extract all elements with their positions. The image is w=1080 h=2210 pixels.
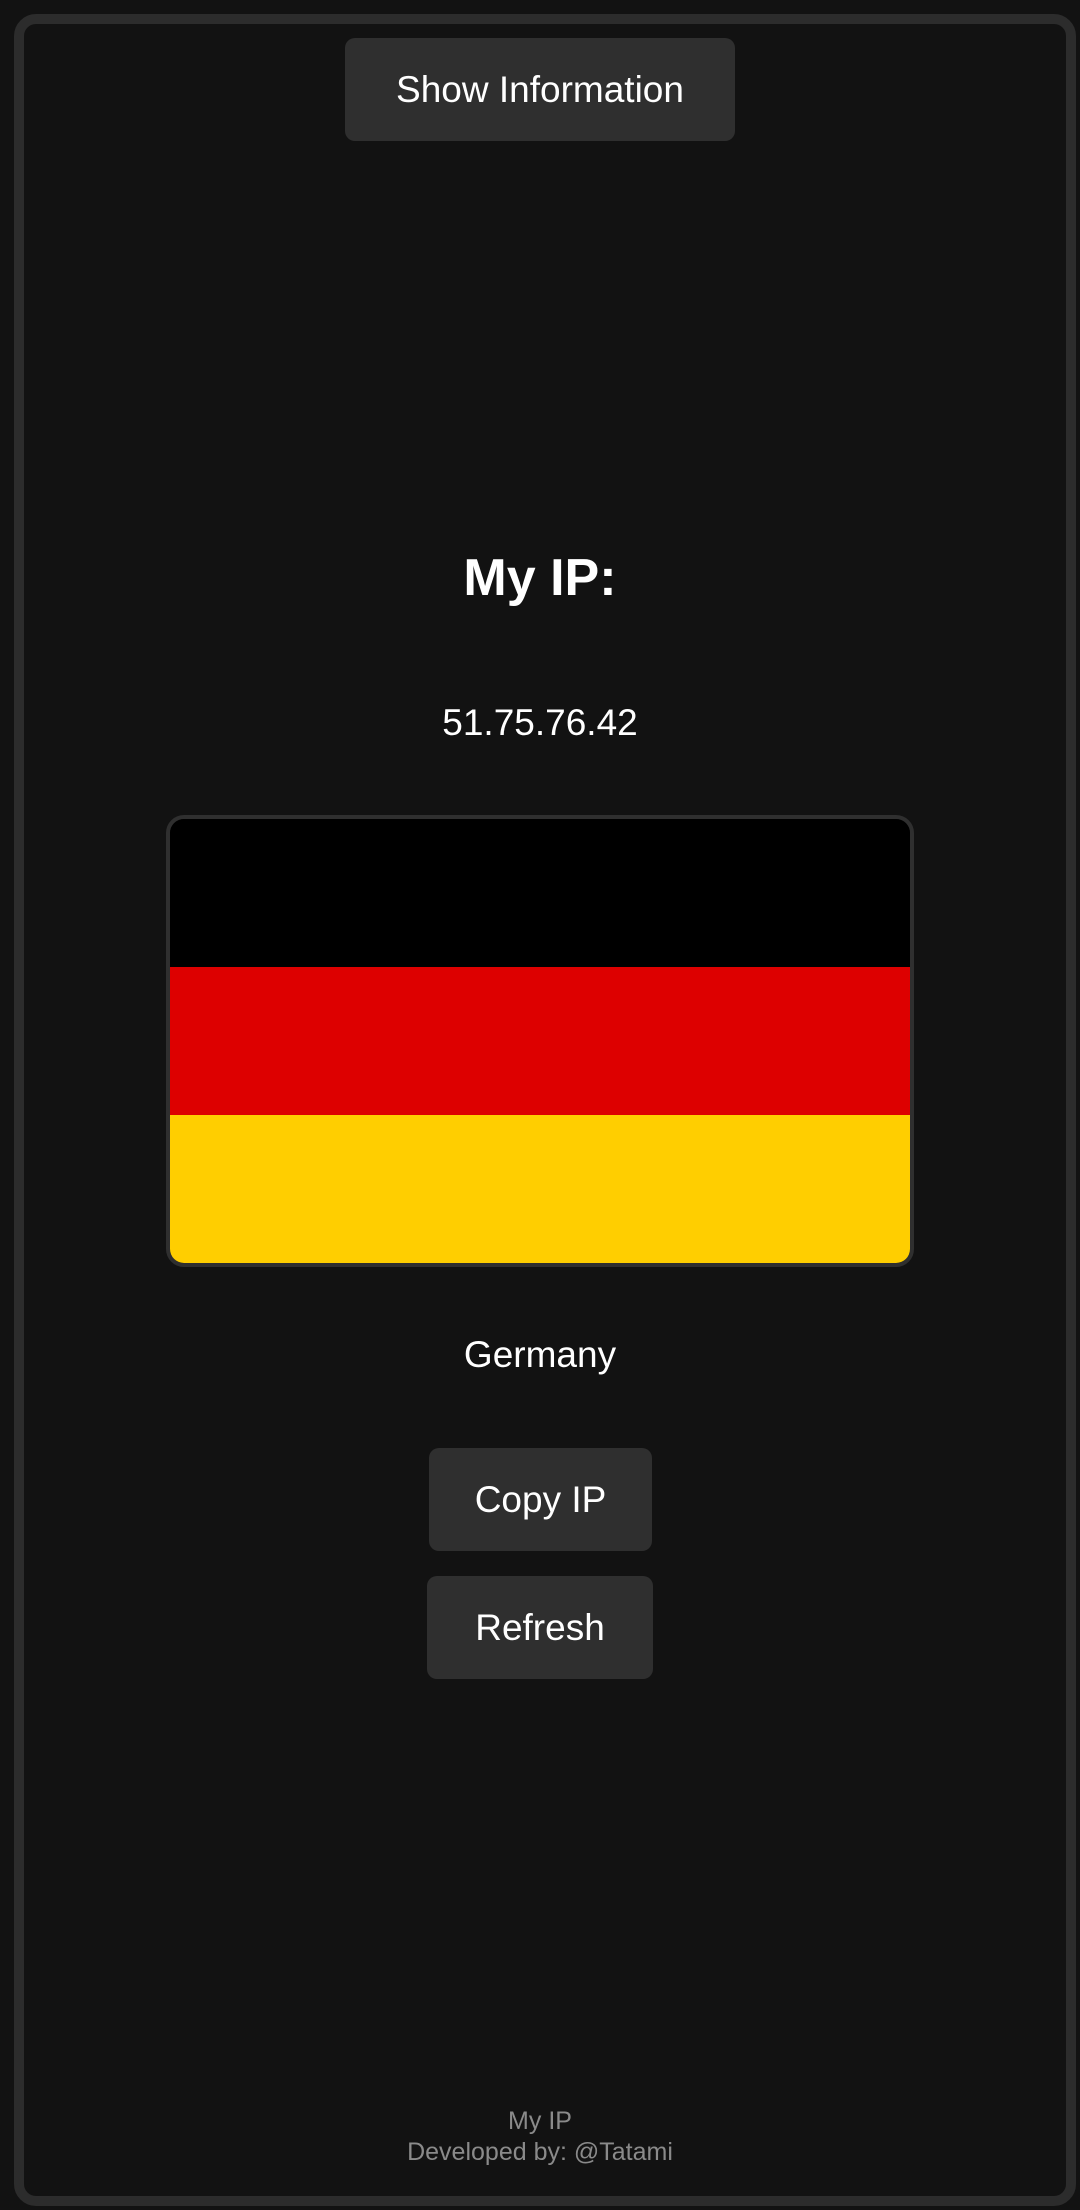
flag-stripe-middle [170, 967, 910, 1115]
copy-ip-button[interactable]: Copy IP [429, 1448, 652, 1551]
footer-app-name: My IP [508, 2107, 572, 2135]
flag-stripe-top [170, 819, 910, 967]
flag-stripe-bottom [170, 1115, 910, 1263]
footer: My IP Developed by: @Tatami [0, 2106, 1080, 2168]
page-title: My IP: [463, 549, 617, 607]
refresh-button[interactable]: Refresh [427, 1576, 653, 1679]
show-information-button[interactable]: Show Information [345, 38, 735, 141]
footer-developer: Developed by: @Tatami [407, 2138, 673, 2166]
country-flag [166, 815, 914, 1267]
ip-address: 51.75.76.42 [442, 702, 638, 743]
country-name: Germany [463, 1334, 617, 1375]
